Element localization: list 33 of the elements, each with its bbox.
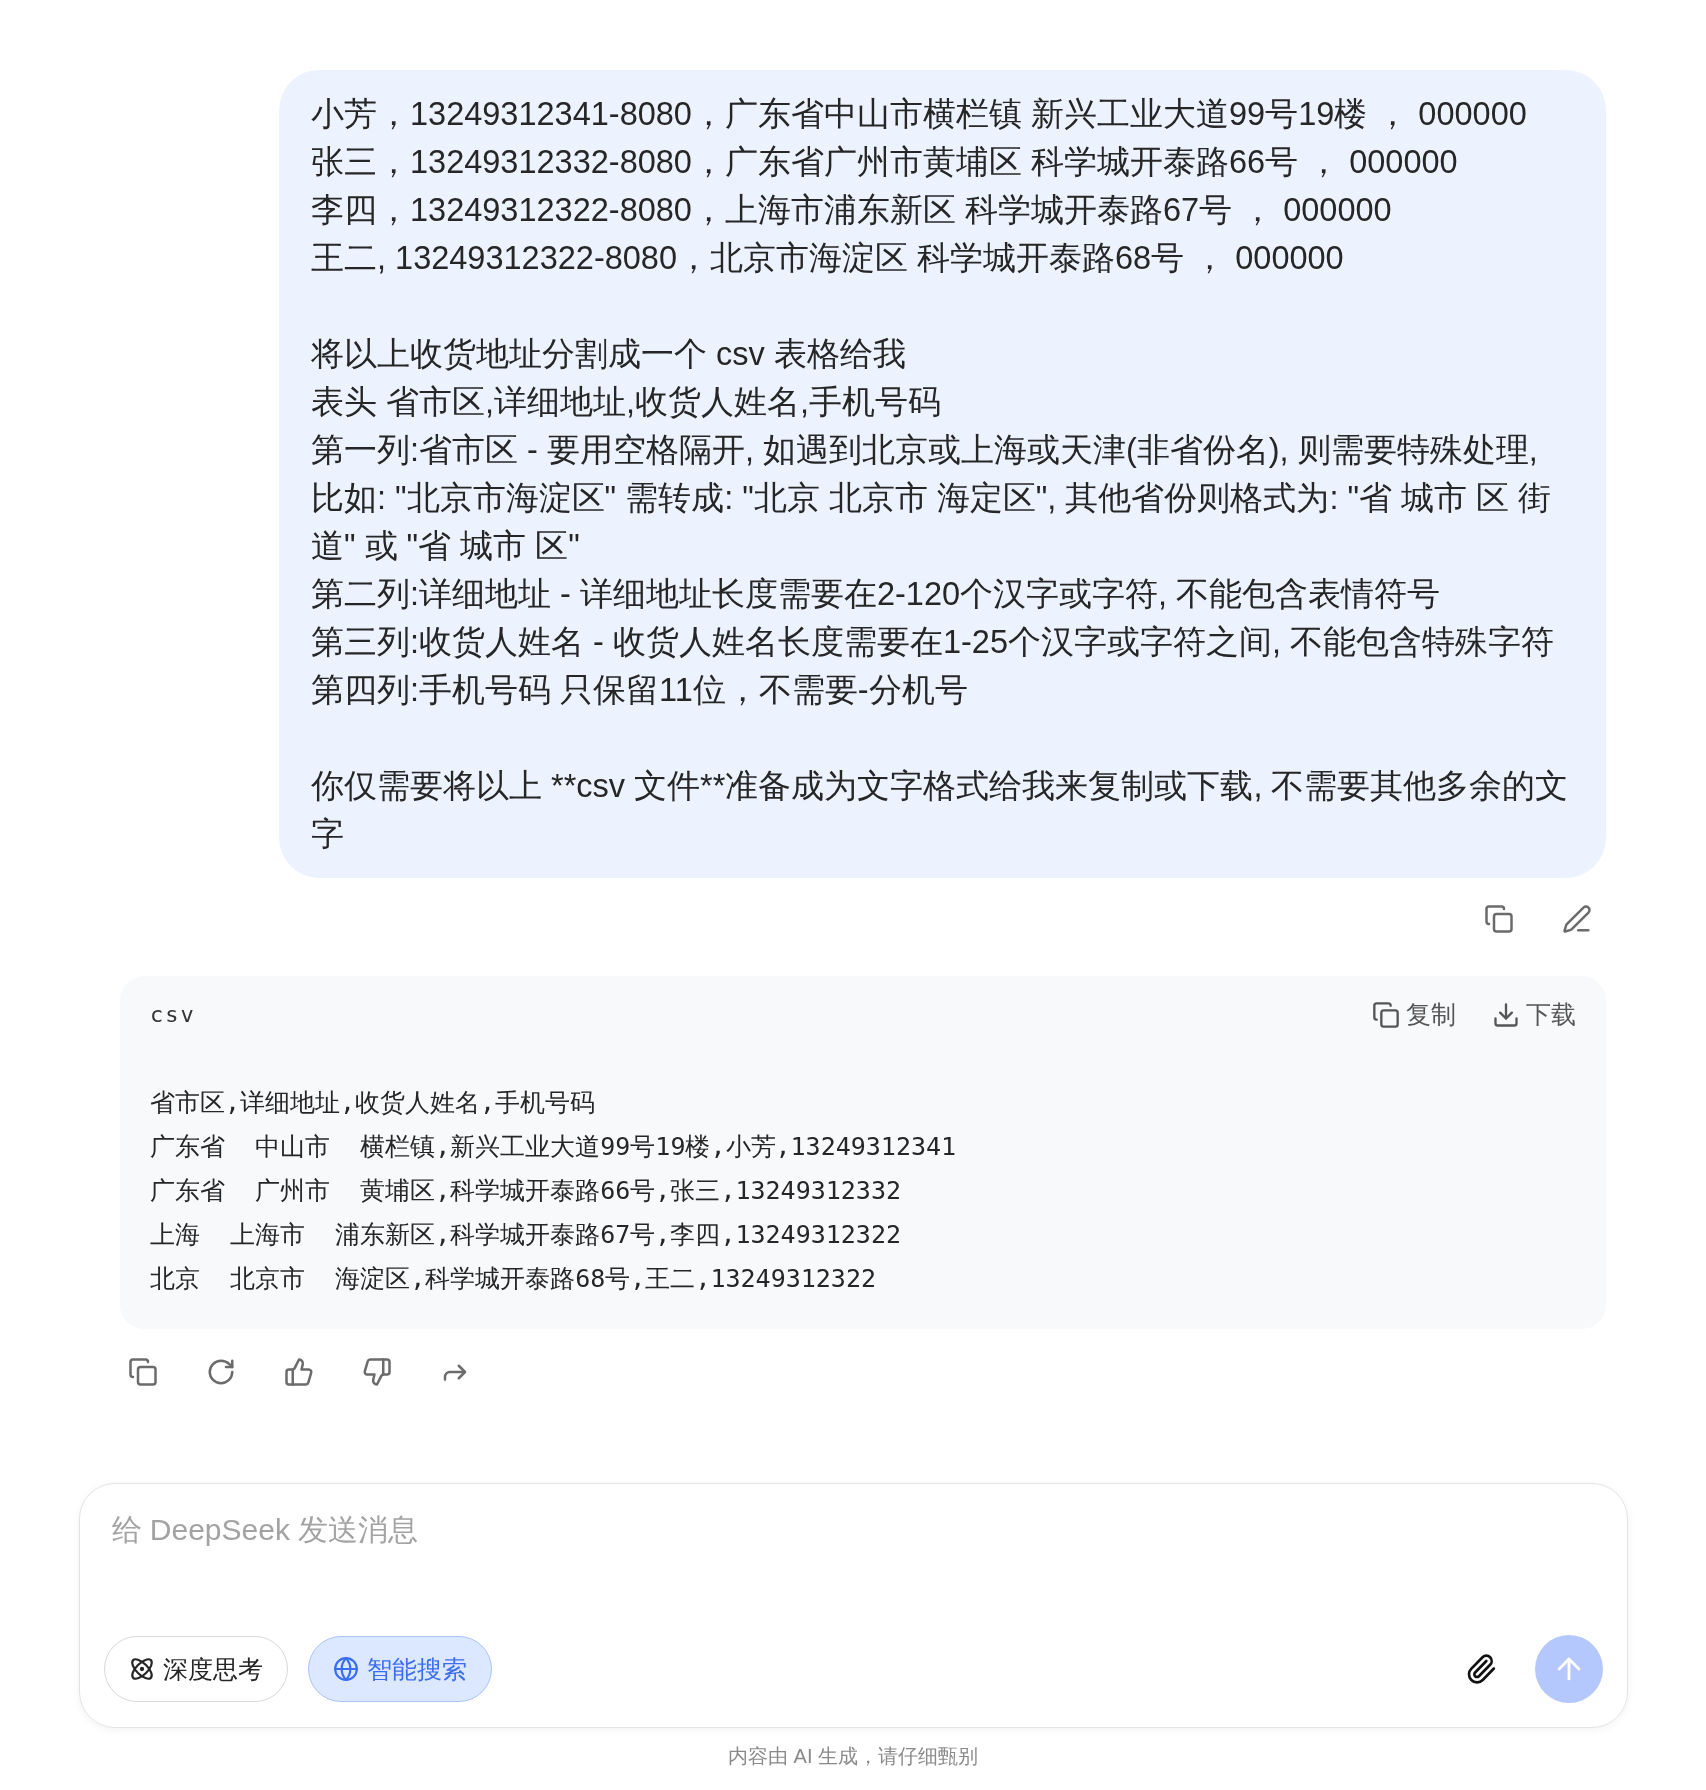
copy-icon: [128, 1357, 158, 1387]
message-text: 将以上收货地址分割成一个 csv 表格给我: [311, 335, 907, 374]
search-toggle[interactable]: 智能搜索: [307, 1636, 492, 1702]
code-line: 北京 北京市 海淀区,科学城开泰路68号,王二,13249312322: [150, 1263, 878, 1295]
thumbs-down-icon: [362, 1357, 392, 1387]
copy-icon: [1372, 1000, 1400, 1029]
thumbs-up-icon: [284, 1357, 314, 1387]
pencil-icon: [1562, 904, 1592, 934]
copy-icon: [1484, 904, 1514, 934]
message-text: 你仅需要将以上 **csv 文件**准备成为文字格式给我来复制或下载, 不需要其他多余的文字: [311, 767, 1570, 854]
code-line: 广东省 中山市 横栏镇,新兴工业大道99号19楼,小芳,13249312341: [150, 1131, 958, 1163]
code-language: csv: [150, 1002, 196, 1027]
code-line: 省市区,详细地址,收货人姓名,手机号码: [150, 1087, 597, 1119]
download-icon: [1492, 1000, 1520, 1029]
message-text: 第四列:手机号码 只保留11位，不需要-分机号: [311, 671, 969, 710]
message-text: 表头 省市区,详细地址,收货人姓名,手机号码: [311, 383, 943, 422]
think-toggle[interactable]: 深度思考: [103, 1636, 288, 1702]
message-text: 王二, 13249312322-8080，北京市海淀区 科学城开泰路68号 ， 000000: [311, 239, 1345, 278]
message-text: 张三，13249312332-8080，广东省广州市黄埔区 科学城开泰路66号 ， 000000: [311, 143, 1459, 182]
disclaimer-text: 内容由 AI 生成，请仔细甄别: [728, 1744, 978, 1768]
download-code-button[interactable]: 下载: [1492, 998, 1576, 1031]
message-input[interactable]: 给 DeepSeek 发送消息: [103, 1510, 1603, 1550]
globe-icon: [332, 1656, 359, 1682]
code-line: 上海 上海市 浦东新区,科学城开泰路67号,李四,13249312322: [150, 1219, 903, 1251]
message-text: 小芳，13249312341-8080，广东省中山市横栏镇 新兴工业大道99号19楼 ， 000000: [311, 95, 1528, 134]
message-text: 第二列:详细地址 - 详细地址长度需要在2-120个汉字或字符, 不能包含表情符号: [311, 575, 1442, 614]
code-line: 广东省 广州市 黄埔区,科学城开泰路66号,张三,13249312332: [150, 1175, 903, 1207]
message-text: 第一列:省市区 - 要用空格隔开, 如遇到北京或上海或天津(非省份名), 则需要特殊处理, 比如: "北京市海淀区" 需转成: "北京 北京市 海定区", 其他省份则格式为: "省 城市 区 街道" 或 "省 城市 区": [311, 431, 1553, 566]
message-text: 李四，13249312322-8080，上海市浦东新区 科学城开泰路67号 ， 000000: [311, 191, 1393, 230]
refresh-icon: [206, 1357, 236, 1387]
message-text: 第三列:收货人姓名 - 收货人姓名长度需要在1-25个汉字或字符之间, 不能包含特殊字符: [311, 623, 1556, 662]
copy-code-button[interactable]: 复制: [1372, 998, 1456, 1031]
atom-icon: [128, 1656, 155, 1682]
